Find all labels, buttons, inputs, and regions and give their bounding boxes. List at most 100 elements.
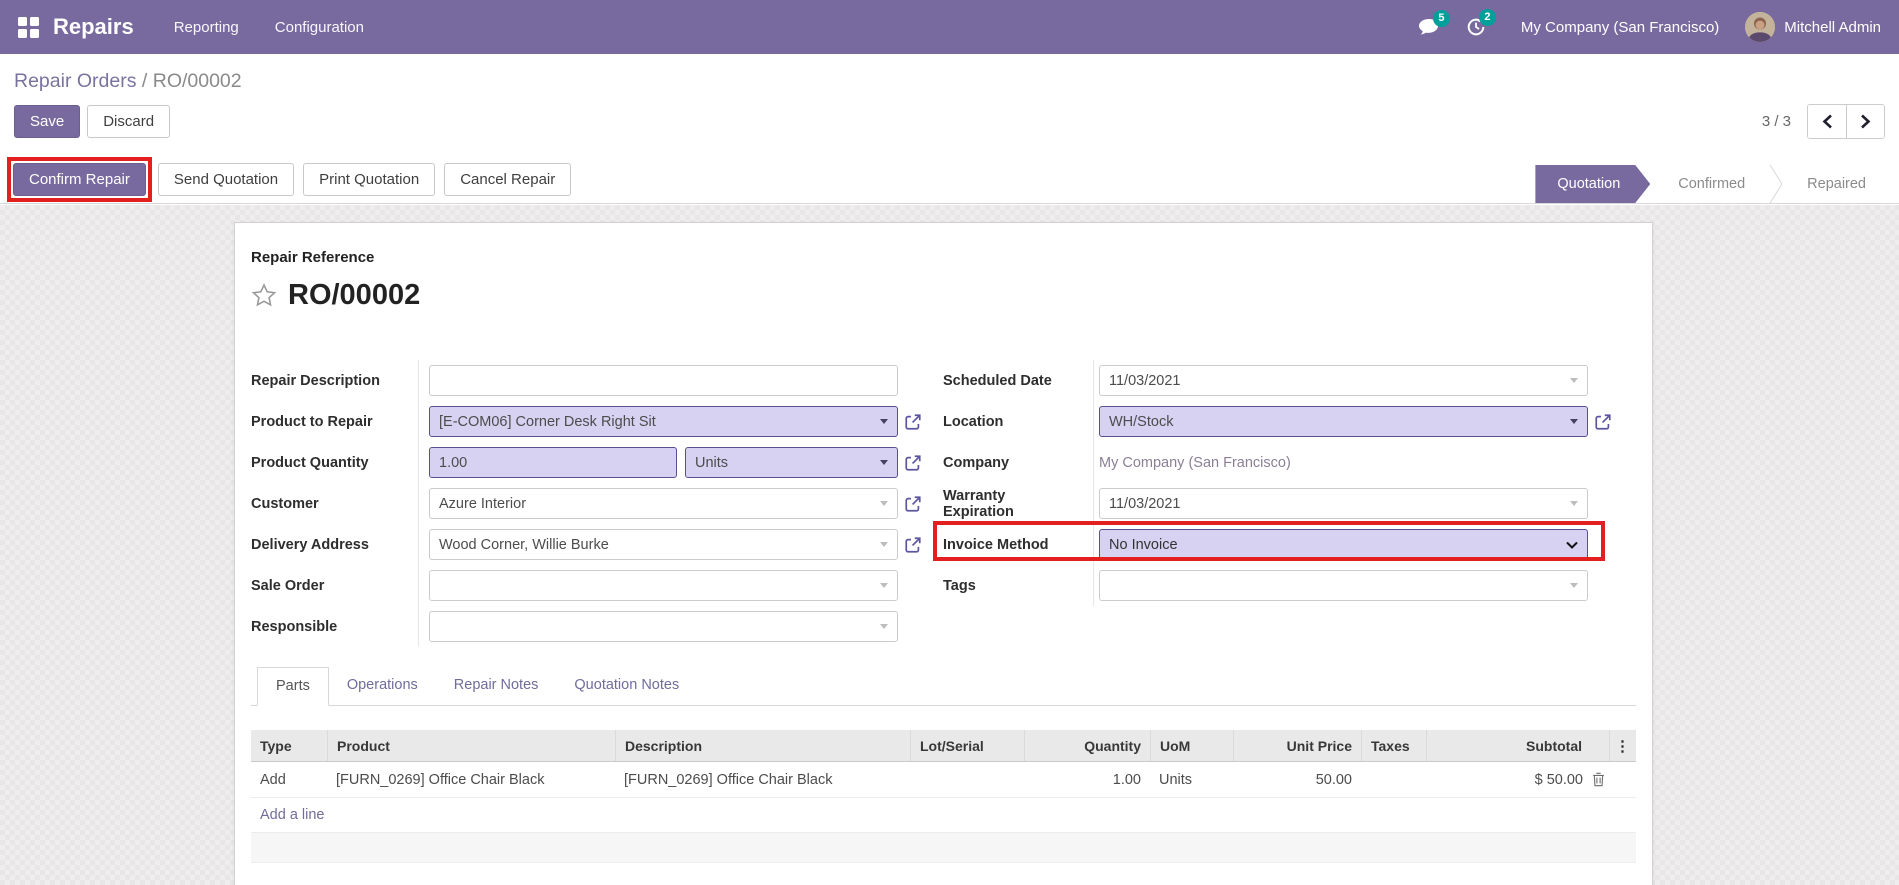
repair-reference-label: Repair Reference <box>251 249 375 266</box>
dropdown-caret-icon[interactable] <box>880 460 888 465</box>
external-link-icon[interactable] <box>1594 413 1612 431</box>
tab-repair-notes[interactable]: Repair Notes <box>436 667 557 705</box>
field-row-company: Company My Company (San Francisco) <box>943 442 1588 483</box>
status-step-quotation[interactable]: Quotation <box>1535 165 1650 203</box>
confirm-repair-button[interactable]: Confirm Repair <box>13 163 146 196</box>
invoice-method-select[interactable]: No Invoice <box>1099 529 1588 560</box>
form-right-column: Scheduled Date 11/03/2021 Location WH/St… <box>933 360 1611 647</box>
confirm-repair-highlight: Confirm Repair <box>7 157 152 202</box>
kebab-dots-icon: ⋮ <box>1615 737 1630 755</box>
external-link-icon[interactable] <box>904 495 922 513</box>
form-left-column: Repair Description Product to Repair [E-… <box>251 360 921 647</box>
send-quotation-button[interactable]: Send Quotation <box>157 163 295 196</box>
external-link-icon[interactable] <box>904 536 922 554</box>
tab-operations[interactable]: Operations <box>329 667 436 705</box>
activities-badge: 2 <box>1478 9 1496 26</box>
warranty-expiration-label: Warranty Expiration <box>943 487 1014 520</box>
cell-quantity[interactable]: 1.00 <box>1024 772 1150 788</box>
column-taxes: Taxes <box>1361 730 1426 761</box>
cell-type[interactable]: Add <box>251 772 327 788</box>
dropdown-caret-icon[interactable] <box>880 583 888 588</box>
product-uom-input[interactable]: Units <box>685 447 898 478</box>
dropdown-caret-icon[interactable] <box>1570 501 1578 506</box>
field-row-customer: Customer Azure Interior <box>251 483 921 524</box>
status-step-confirmed[interactable]: Confirmed <box>1654 165 1770 203</box>
dropdown-caret-icon[interactable] <box>1570 378 1578 383</box>
delete-row-trash-icon[interactable] <box>1592 772 1605 787</box>
dropdown-caret-icon[interactable] <box>880 419 888 424</box>
menu-configuration[interactable]: Configuration <box>275 19 364 36</box>
cell-description[interactable]: [FURN_0269] Office Chair Black <box>615 772 910 788</box>
menu-reporting[interactable]: Reporting <box>174 19 239 36</box>
column-lot-serial: Lot/Serial <box>910 730 1024 761</box>
location-label: Location <box>943 413 1004 430</box>
delivery-address-label: Delivery Address <box>251 536 369 553</box>
cancel-repair-button[interactable]: Cancel Repair <box>444 163 572 196</box>
field-row-scheduled-date: Scheduled Date 11/03/2021 <box>943 360 1588 401</box>
cell-product[interactable]: [FURN_0269] Office Chair Black <box>327 772 615 788</box>
breadcrumb-separator: / <box>141 70 153 92</box>
user-avatar[interactable] <box>1745 12 1776 42</box>
warranty-expiration-input[interactable]: 11/03/2021 <box>1099 488 1588 519</box>
table-row[interactable]: Add [FURN_0269] Office Chair Black [FURN… <box>251 762 1636 798</box>
tab-parts[interactable]: Parts <box>257 667 329 706</box>
save-button[interactable]: Save <box>14 105 81 138</box>
pager-next-button[interactable] <box>1846 105 1884 138</box>
customer-input[interactable]: Azure Interior <box>429 488 898 519</box>
pager-previous-button[interactable] <box>1808 105 1846 138</box>
pager-buttons <box>1807 104 1885 139</box>
customer-label: Customer <box>251 495 319 512</box>
empty-table-row <box>251 833 1636 863</box>
responsible-input[interactable] <box>429 611 898 642</box>
form-view-background: Repair Reference RO/00002 Repair Descrip… <box>0 205 1899 885</box>
repair-description-input[interactable] <box>429 365 898 396</box>
scheduled-date-label: Scheduled Date <box>943 372 1052 389</box>
action-buttons-row: Confirm Repair Send Quotation Print Quot… <box>7 155 1899 203</box>
column-type: Type <box>260 737 292 754</box>
favorite-star-icon[interactable] <box>251 283 277 308</box>
product-to-repair-input[interactable]: [E-COM06] Corner Desk Right Sit <box>429 406 898 437</box>
dropdown-caret-icon[interactable] <box>880 542 888 547</box>
invoice-method-label: Invoice Method <box>943 536 1049 553</box>
company-value-link[interactable]: My Company (San Francisco) <box>1099 455 1291 471</box>
field-row-location: Location WH/Stock <box>943 401 1611 442</box>
external-link-icon[interactable] <box>904 454 922 472</box>
select-chevron-icon <box>1566 541 1578 549</box>
scheduled-date-input[interactable]: 11/03/2021 <box>1099 365 1588 396</box>
dropdown-caret-icon[interactable] <box>1570 583 1578 588</box>
dropdown-caret-icon[interactable] <box>880 501 888 506</box>
product-quantity-input[interactable]: 1.00 <box>429 447 677 478</box>
cell-subtotal: $ 50.00 <box>1426 772 1609 788</box>
delivery-address-input[interactable]: Wood Corner, Willie Burke <box>429 529 898 560</box>
add-a-line-link[interactable]: Add a line <box>260 807 325 823</box>
activities-icon[interactable]: 2 <box>1466 9 1496 37</box>
tags-label: Tags <box>943 577 976 594</box>
breadcrumb-repair-orders[interactable]: Repair Orders <box>14 70 136 92</box>
cell-uom[interactable]: Units <box>1150 772 1233 788</box>
edit-buttons-row: Save Discard 3 / 3 <box>0 93 1899 139</box>
external-link-icon[interactable] <box>904 413 922 431</box>
notebook-tabs: Parts Operations Repair Notes Quotation … <box>251 667 1636 706</box>
optional-columns-button[interactable]: ⋮ <box>1609 730 1635 761</box>
tags-input[interactable] <box>1099 570 1588 601</box>
discard-button[interactable]: Discard <box>87 105 171 138</box>
app-name[interactable]: Repairs <box>53 14 134 40</box>
field-row-invoice-method: Invoice Method No Invoice <box>943 524 1588 565</box>
responsible-label: Responsible <box>251 618 338 635</box>
company-switcher[interactable]: My Company (San Francisco) <box>1521 19 1719 36</box>
cell-unit-price[interactable]: 50.00 <box>1233 772 1361 788</box>
avatar-photo <box>1745 12 1776 42</box>
messages-icon[interactable]: 5 <box>1418 10 1450 36</box>
tab-quotation-notes[interactable]: Quotation Notes <box>556 667 697 705</box>
user-menu[interactable]: Mitchell Admin <box>1784 19 1881 36</box>
sale-order-input[interactable] <box>429 570 898 601</box>
top-nav-bar: Repairs Reporting Configuration 5 2 My C… <box>0 0 1899 54</box>
dropdown-caret-icon[interactable] <box>1570 419 1578 424</box>
dropdown-caret-icon[interactable] <box>880 624 888 629</box>
print-quotation-button[interactable]: Print Quotation <box>303 163 436 196</box>
location-input[interactable]: WH/Stock <box>1099 406 1588 437</box>
status-step-repaired[interactable]: Repaired <box>1783 165 1890 203</box>
column-subtotal: Subtotal <box>1426 730 1609 761</box>
field-row-responsible: Responsible <box>251 606 898 647</box>
apps-grid-icon[interactable] <box>18 16 39 38</box>
